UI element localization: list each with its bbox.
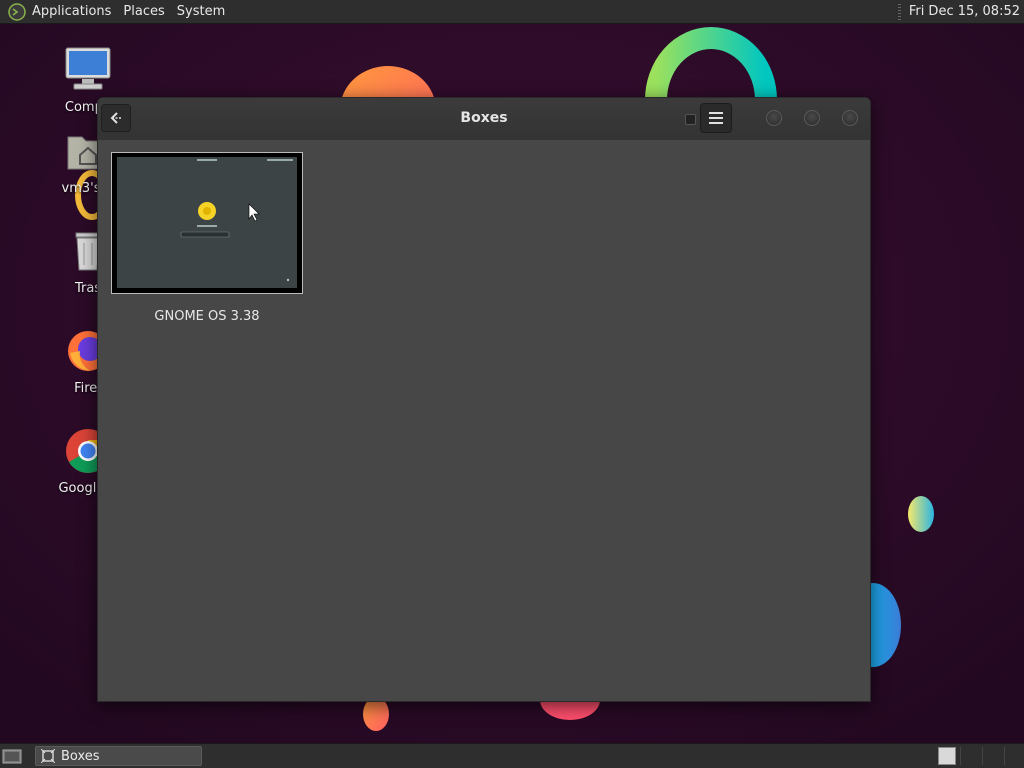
minimize-button[interactable] [766, 110, 782, 126]
window-title: Boxes [460, 110, 508, 126]
applications-menu[interactable]: Applications [32, 4, 119, 19]
taskbar-item-boxes[interactable]: Boxes [35, 746, 202, 766]
taskbar-item-label: Boxes [61, 748, 100, 764]
workspace-1[interactable] [938, 747, 956, 765]
workspace-4[interactable] [1004, 747, 1022, 765]
hamburger-icon [709, 112, 723, 124]
mate-logo-icon[interactable] [8, 2, 26, 21]
system-menu[interactable]: System [177, 4, 233, 19]
main-menu: Applications Places System [0, 0, 237, 24]
box-screen-preview [117, 157, 297, 288]
computer-icon [65, 47, 111, 90]
show-desktop-icon[interactable] [2, 747, 22, 765]
clock-area: Fri Dec 15, 08:52 [897, 3, 1024, 20]
panel-drag-handle[interactable] [897, 3, 901, 20]
places-menu[interactable]: Places [123, 4, 172, 19]
boxes-collection-view: GNOME OS 3.38 [98, 140, 870, 701]
boxes-window: Boxes GNOME OS 3.38 [97, 97, 871, 702]
hamburger-menu-button[interactable] [700, 103, 732, 133]
box-name: GNOME OS 3.38 [154, 309, 260, 324]
bottom-panel: Boxes [0, 743, 1024, 768]
window-headerbar[interactable]: Boxes [98, 98, 870, 141]
box-thumbnail[interactable] [111, 152, 303, 294]
clock[interactable]: Fri Dec 15, 08:52 [909, 4, 1020, 19]
workspace-2[interactable] [960, 747, 978, 765]
maximize-button[interactable] [804, 110, 820, 126]
workspace-3[interactable] [982, 747, 1000, 765]
top-panel: Applications Places System Fri Dec 15, 0… [0, 0, 1024, 24]
boxes-app-icon [41, 749, 55, 763]
status-indicator-icon [685, 114, 696, 125]
box-tile[interactable]: GNOME OS 3.38 [111, 152, 303, 324]
close-button[interactable] [842, 110, 858, 126]
